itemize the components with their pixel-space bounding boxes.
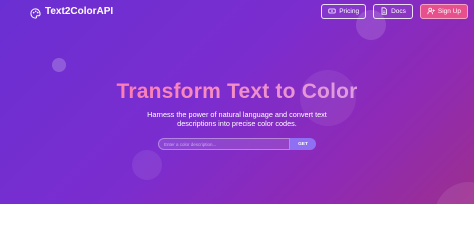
- nav-actions: Pricing Docs Sign Up: [321, 4, 468, 19]
- navbar: Text2ColorAPI Pricing Docs Sign Up: [0, 0, 474, 23]
- landing-page: Text2ColorAPI Pricing Docs Sign Up Trans…: [0, 0, 474, 204]
- decorative-bubble: [132, 150, 162, 180]
- hero-section: Transform Text to Color Harness the powe…: [0, 80, 474, 128]
- signup-button[interactable]: Sign Up: [419, 4, 468, 19]
- brand-name: Text2ColorAPI: [45, 6, 114, 17]
- color-description-input[interactable]: [158, 138, 290, 150]
- hero-subtitle: Harness the power of natural language an…: [147, 110, 327, 128]
- decorative-bubble: [52, 58, 66, 72]
- signup-label: Sign Up: [437, 8, 461, 15]
- get-button[interactable]: GET: [290, 138, 316, 150]
- brand-logo[interactable]: Text2ColorAPI: [30, 6, 114, 19]
- color-search-form: GET: [158, 138, 316, 150]
- pricing-button[interactable]: Pricing: [321, 4, 367, 19]
- pricing-label: Pricing: [339, 8, 360, 15]
- user-plus-icon: [427, 7, 435, 17]
- hero-title: Transform Text to Color: [0, 80, 474, 104]
- docs-label: Docs: [391, 8, 406, 15]
- decorative-bubble: [434, 182, 474, 204]
- palette-icon: [30, 6, 41, 19]
- document-icon: [380, 6, 388, 17]
- tag-icon: [328, 7, 336, 17]
- docs-button[interactable]: Docs: [373, 4, 413, 19]
